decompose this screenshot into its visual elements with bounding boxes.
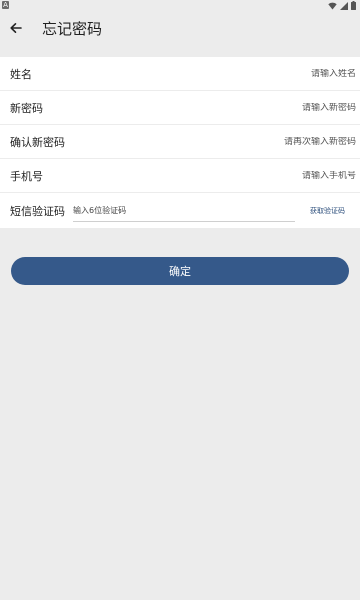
phone-input[interactable] [156, 170, 356, 181]
battery-icon [351, 1, 356, 10]
forgot-password-form: 姓名 新密码 确认新密码 手机号 短信验证码 获取验证码 [0, 57, 360, 228]
status-bar: A [0, 0, 360, 12]
confirm-button[interactable]: 确定 [11, 257, 349, 285]
wifi-icon [328, 2, 337, 9]
sms-code-input[interactable] [73, 205, 295, 215]
sms-code-label: 短信验证码 [10, 204, 65, 218]
sms-code-row: 短信验证码 获取验证码 [0, 193, 360, 228]
confirm-password-label: 确认新密码 [10, 135, 65, 149]
back-button[interactable] [6, 18, 26, 38]
signal-icon [340, 1, 348, 10]
page-title: 忘记密码 [42, 20, 103, 38]
phone-row: 手机号 [0, 159, 360, 193]
notification-a-icon: A [2, 1, 9, 9]
new-password-input[interactable] [156, 102, 356, 113]
sms-code-field [73, 199, 295, 222]
status-icons [328, 1, 356, 10]
arrow-left-icon [10, 23, 22, 33]
name-input[interactable] [156, 68, 356, 79]
confirm-password-input[interactable] [156, 136, 356, 147]
phone-label: 手机号 [10, 169, 43, 183]
get-code-button[interactable]: 获取验证码 [310, 206, 345, 216]
new-password-row: 新密码 [0, 91, 360, 125]
new-password-label: 新密码 [10, 101, 43, 115]
name-row: 姓名 [0, 57, 360, 91]
name-label: 姓名 [10, 67, 32, 81]
confirm-password-row: 确认新密码 [0, 125, 360, 159]
app-header: 忘记密码 [0, 12, 360, 48]
